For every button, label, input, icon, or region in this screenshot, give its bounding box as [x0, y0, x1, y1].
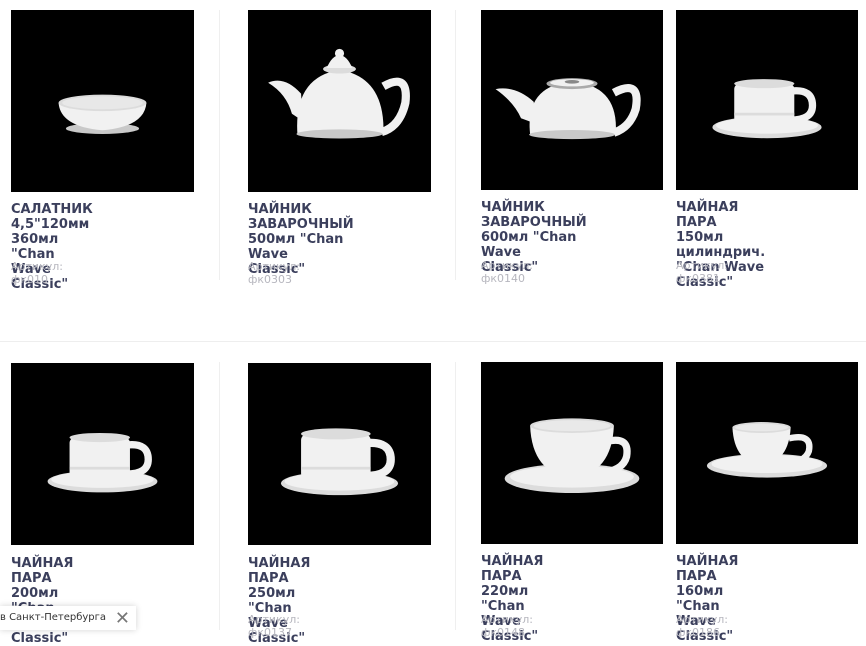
product-image[interactable] — [676, 362, 858, 544]
product-image[interactable] — [248, 363, 431, 545]
product-image[interactable] — [11, 10, 194, 192]
product-sku: Артикул: фк0381 — [676, 259, 728, 285]
product-image[interactable] — [248, 10, 431, 192]
product-title[interactable]: ЧАЙНАЯ ПАРА 200мл "Chan Wave Classic" — [11, 556, 73, 646]
product-sku: Артикул: фк010 — [11, 260, 63, 286]
product-sku: Артикул: фк0148 — [481, 613, 533, 639]
row-divider — [0, 341, 866, 342]
close-icon[interactable]: ✕ — [115, 607, 130, 629]
column-divider — [455, 10, 456, 280]
product-sku: Артикул: фк0303 — [248, 260, 300, 286]
location-popup: в Санкт-Петербурга ✕ — [0, 606, 136, 630]
product-image[interactable] — [676, 10, 858, 190]
column-divider — [219, 10, 220, 280]
product-image[interactable] — [481, 362, 663, 544]
column-divider — [219, 362, 220, 630]
product-image[interactable] — [11, 363, 194, 545]
product-sku: Артикул: фк0186 — [676, 613, 728, 639]
column-divider — [455, 362, 456, 630]
product-sku: Артикул: фк0140 — [481, 259, 533, 285]
location-popup-text: в Санкт-Петербурга — [0, 612, 107, 623]
product-sku: Артикул: фк0137 — [248, 613, 300, 639]
product-image[interactable] — [481, 10, 663, 190]
